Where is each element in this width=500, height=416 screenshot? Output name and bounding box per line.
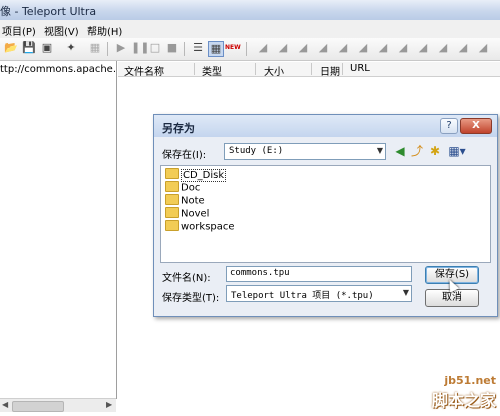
filename-field[interactable]: commons.tpu bbox=[226, 266, 412, 282]
chevron-down-icon[interactable]: ▼ bbox=[377, 146, 383, 155]
pause-icon[interactable]: ❚❚ bbox=[131, 41, 149, 55]
column-date[interactable]: 日期 bbox=[320, 63, 340, 78]
filename-label: 文件名(N): bbox=[162, 273, 211, 284]
title-bar: 像 - Teleport Ultra bbox=[0, 0, 500, 21]
toolbar-separator bbox=[246, 42, 247, 56]
help-button[interactable]: ? bbox=[440, 118, 458, 134]
views-menu-icon[interactable]: ▦▾ bbox=[447, 144, 467, 158]
column-divider[interactable] bbox=[194, 63, 195, 75]
column-size[interactable]: 大小 bbox=[264, 63, 284, 78]
save-icon[interactable]: 💾 bbox=[22, 41, 36, 55]
folder-name: Novel bbox=[181, 208, 210, 220]
new-folder-icon[interactable]: ✱ bbox=[428, 144, 442, 158]
toolbar-small-icon[interactable]: ◢ bbox=[256, 41, 270, 55]
column-divider[interactable] bbox=[342, 63, 343, 75]
folder-icon bbox=[165, 207, 179, 218]
scrollbar-thumb[interactable] bbox=[12, 401, 64, 412]
toolbar-small-icon[interactable]: ◢ bbox=[456, 41, 470, 55]
properties-icon[interactable]: ▣ bbox=[40, 41, 54, 55]
cancel-button[interactable]: 取消 bbox=[425, 289, 479, 307]
folder-name: Doc bbox=[181, 182, 201, 194]
stop-icon[interactable]: □ bbox=[148, 41, 162, 55]
save-in-value: Study (E:) bbox=[229, 146, 284, 156]
back-icon[interactable]: ◀ bbox=[393, 144, 407, 158]
new-icon[interactable]: NEW bbox=[225, 41, 241, 55]
list-view-icon[interactable]: ☰ bbox=[191, 41, 205, 55]
list-item[interactable]: workspace bbox=[165, 220, 235, 233]
horizontal-scrollbar[interactable]: ◀ ▶ bbox=[0, 398, 116, 412]
menu-item-help[interactable]: 帮助(H) bbox=[87, 23, 122, 38]
close-button[interactable]: X bbox=[460, 118, 492, 134]
stop-all-icon[interactable]: ■ bbox=[165, 41, 179, 55]
dialog-title: 另存为 bbox=[162, 122, 195, 135]
toolbar-separator bbox=[107, 42, 108, 56]
menu-item-project[interactable]: 项目(P) bbox=[2, 23, 36, 38]
column-filename[interactable]: 文件名称 bbox=[124, 63, 164, 78]
column-type[interactable]: 类型 bbox=[202, 63, 222, 78]
disabled-icon[interactable]: ▦ bbox=[88, 41, 102, 55]
toolbar-small-icon[interactable]: ◢ bbox=[276, 41, 290, 55]
list-item[interactable]: CD_Disk bbox=[165, 168, 227, 182]
filetype-value: Teleport Ultra 项目 (*.tpu) bbox=[231, 291, 374, 301]
toolbar-small-icon[interactable]: ◢ bbox=[296, 41, 310, 55]
watermark-url: jb51.net bbox=[444, 374, 496, 387]
save-in-dropdown[interactable]: Study (E:) ▼ bbox=[224, 143, 386, 160]
dialog-title-bar: 另存为 ? X bbox=[154, 115, 497, 137]
new-project-icon[interactable]: ✦ bbox=[64, 41, 78, 55]
file-list-header: 文件名称 类型 大小 日期 URL bbox=[118, 62, 500, 78]
toolbar-small-icon[interactable]: ◢ bbox=[416, 41, 430, 55]
list-item[interactable]: Novel bbox=[165, 207, 210, 220]
scroll-right-icon[interactable]: ▶ bbox=[106, 400, 112, 409]
play-icon[interactable]: ▶ bbox=[114, 41, 128, 55]
folder-name: workspace bbox=[181, 221, 235, 233]
folder-icon bbox=[165, 220, 179, 231]
folder-icon bbox=[165, 168, 179, 179]
list-item[interactable]: Doc bbox=[165, 181, 201, 194]
menu-item-view[interactable]: 视图(V) bbox=[44, 23, 79, 38]
column-divider[interactable] bbox=[255, 63, 256, 75]
toolbar-small-icon[interactable]: ◢ bbox=[436, 41, 450, 55]
filetype-dropdown[interactable]: Teleport Ultra 项目 (*.tpu) ▼ bbox=[226, 285, 412, 302]
window-title: 像 - Teleport Ultra bbox=[0, 5, 97, 18]
toolbar-small-icon[interactable]: ◢ bbox=[376, 41, 390, 55]
toolbar-separator bbox=[184, 42, 185, 56]
watermark: jb51.net 脚本之家 bbox=[432, 374, 496, 411]
toolbar-small-icon[interactable]: ◢ bbox=[336, 41, 350, 55]
filename-value: commons.tpu bbox=[230, 268, 290, 278]
folder-name: Note bbox=[181, 195, 205, 207]
open-icon[interactable]: 📂 bbox=[4, 41, 18, 55]
toolbar-small-icon[interactable]: ◢ bbox=[316, 41, 330, 55]
toolbar-small-icon[interactable]: ◢ bbox=[356, 41, 370, 55]
file-browser-list[interactable]: CD_Disk Doc Note Novel workspace bbox=[160, 165, 491, 263]
toolbar-small-icon[interactable]: ◢ bbox=[476, 41, 490, 55]
project-tree-pane[interactable]: ttp://commons.apache.org/ bbox=[0, 61, 117, 399]
folder-icon bbox=[165, 194, 179, 205]
filetype-label: 保存类型(T): bbox=[162, 293, 220, 304]
toolbar: 📂 💾 ▣ ✦ ▦ ▶ ❚❚ □ ■ ☰ ▦ NEW ◢ ◢ ◢ ◢ ◢ ◢ ◢… bbox=[0, 38, 500, 61]
menu-bar: 项目(P) 视图(V) 帮助(H) bbox=[0, 20, 500, 39]
scroll-left-icon[interactable]: ◀ bbox=[2, 400, 8, 409]
watermark-text: 脚本之家 bbox=[431, 391, 496, 410]
folder-icon bbox=[165, 181, 179, 192]
grid-view-icon[interactable]: ▦ bbox=[208, 41, 224, 57]
chevron-down-icon[interactable]: ▼ bbox=[403, 288, 409, 297]
up-folder-icon[interactable]: ⤴ bbox=[410, 144, 424, 158]
toolbar-small-icon[interactable]: ◢ bbox=[396, 41, 410, 55]
column-url[interactable]: URL bbox=[350, 63, 370, 74]
folder-name: CD_Disk bbox=[181, 168, 227, 182]
list-item[interactable]: Note bbox=[165, 194, 205, 207]
column-divider[interactable] bbox=[311, 63, 312, 75]
project-url[interactable]: ttp://commons.apache.org/ bbox=[0, 64, 116, 75]
save-in-label: 保存在(I): bbox=[162, 150, 207, 161]
